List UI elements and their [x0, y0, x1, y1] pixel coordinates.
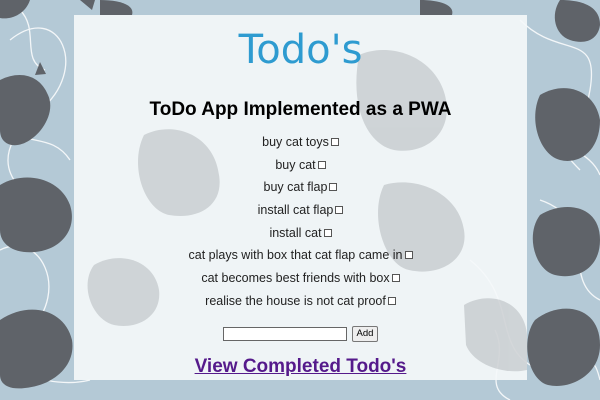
todo-item-text: install cat flap: [257, 203, 334, 218]
page-subtitle: ToDo App Implemented as a PWA: [149, 99, 452, 120]
todo-item-text: buy cat: [275, 157, 316, 172]
todo-item-text: cat plays with box that cat flap came in: [188, 248, 403, 263]
todo-item: buy cat flap: [74, 176, 527, 199]
add-button[interactable]: Add: [351, 325, 379, 342]
todo-item: install cat: [74, 222, 527, 245]
todo-item-text: cat becomes best friends with box: [201, 271, 390, 286]
new-todo-input[interactable]: [222, 326, 347, 341]
todo-checkbox[interactable]: [330, 138, 339, 146]
todo-card: Todo's ToDo App Implemented as a PWA buy…: [74, 15, 527, 380]
todo-item: buy cat toys: [74, 131, 527, 154]
todo-checkbox[interactable]: [387, 296, 396, 305]
todo-checkbox[interactable]: [391, 274, 400, 283]
todo-checkbox[interactable]: [317, 160, 326, 169]
todo-checkbox[interactable]: [404, 251, 413, 260]
todo-item: cat becomes best friends with box: [74, 267, 527, 290]
add-todo-form: Add: [74, 325, 527, 343]
todo-checkbox[interactable]: [329, 183, 338, 192]
todo-checkbox[interactable]: [323, 228, 332, 237]
app-title: Todo's: [238, 27, 363, 73]
todo-item-text: buy cat flap: [263, 180, 328, 195]
todo-item: buy cat: [74, 154, 527, 177]
todo-item: install cat flap: [74, 199, 527, 222]
todo-item-text: buy cat toys: [262, 135, 329, 149]
todo-item-text: install cat: [269, 225, 322, 240]
todo-list: buy cat toys buy cat buy cat flap instal…: [74, 131, 527, 313]
view-completed-link[interactable]: View Completed Todo's: [195, 356, 407, 378]
todo-item-text: realise the house is not cat proof: [205, 293, 386, 308]
todo-item: realise the house is not cat proof: [74, 290, 527, 313]
todo-checkbox[interactable]: [335, 206, 344, 215]
todo-item: cat plays with box that cat flap came in: [74, 244, 527, 267]
